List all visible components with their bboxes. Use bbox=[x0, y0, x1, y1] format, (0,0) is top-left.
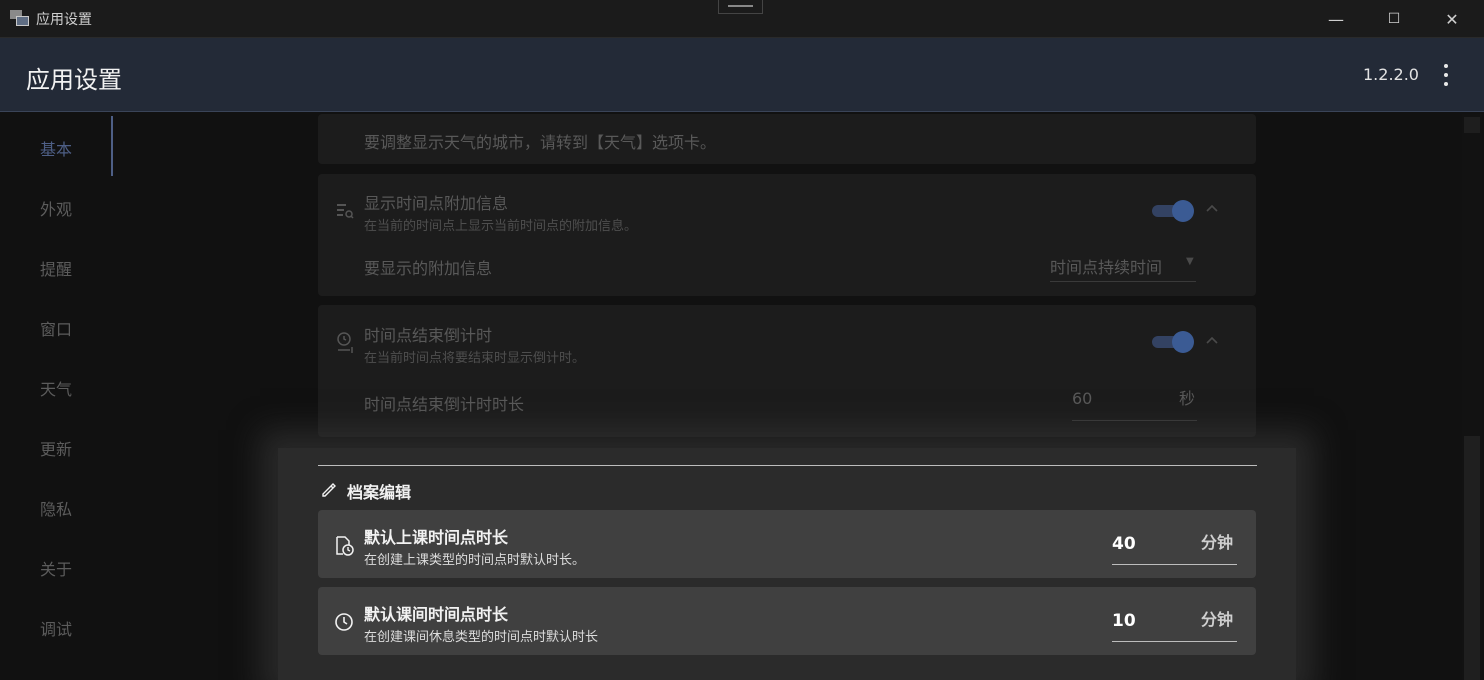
sidebar-item-weather[interactable]: 天气 bbox=[40, 376, 72, 400]
extra-info-card: 显示时间点附加信息 在当前的时间点上显示当前时间点的附加信息。 要显示的附加信息… bbox=[318, 174, 1256, 296]
countdown-title: 时间点结束倒计时 bbox=[364, 326, 493, 345]
app-icon bbox=[10, 10, 30, 28]
class-duration-title: 默认上课时间点时长 bbox=[364, 528, 509, 547]
extra-info-select-label: 要显示的附加信息 bbox=[364, 259, 493, 278]
page-title: 应用设置 bbox=[26, 66, 122, 94]
section-title-profile-edit: 档案编辑 bbox=[347, 483, 412, 502]
scrollbar-thumb[interactable] bbox=[1464, 436, 1480, 680]
sidebar-item-window[interactable]: 窗口 bbox=[40, 316, 72, 340]
drag-handle[interactable] bbox=[718, 0, 763, 14]
extra-info-desc: 在当前的时间点上显示当前时间点的附加信息。 bbox=[364, 219, 638, 234]
minimize-button[interactable]: — bbox=[1307, 0, 1365, 38]
break-duration-card: 默认课间时间点时长 在创建课间休息类型的时间点时默认时长 10 分钟 bbox=[318, 587, 1256, 655]
sidebar-item-about[interactable]: 关于 bbox=[40, 556, 72, 580]
version-label: 1.2.2.0 bbox=[1363, 65, 1419, 84]
countdown-toggle[interactable] bbox=[1152, 331, 1194, 353]
info-search-icon bbox=[336, 202, 354, 220]
section-divider bbox=[318, 465, 1257, 466]
countdown-desc: 在当前时间点将要结束时显示倒计时。 bbox=[364, 351, 586, 366]
class-duration-unit: 分钟 bbox=[1201, 533, 1234, 552]
window-title: 应用设置 bbox=[36, 12, 92, 28]
timer-end-icon bbox=[336, 332, 354, 353]
chevron-up-icon[interactable] bbox=[1205, 202, 1219, 216]
extra-info-select-value: 时间点持续时间 bbox=[1050, 258, 1163, 277]
sidebar-item-debug[interactable]: 调试 bbox=[40, 616, 72, 640]
break-duration-title: 默认课间时间点时长 bbox=[364, 605, 509, 624]
extra-info-select[interactable]: 时间点持续时间 ▼ bbox=[1050, 254, 1196, 282]
break-duration-unit: 分钟 bbox=[1201, 610, 1234, 629]
sidebar-item-appearance[interactable]: 外观 bbox=[40, 196, 72, 220]
break-duration-desc: 在创建课间休息类型的时间点时默认时长 bbox=[364, 630, 599, 645]
file-clock-icon bbox=[334, 536, 354, 556]
title-bar: 应用设置 — ☐ ✕ bbox=[0, 0, 1484, 38]
countdown-duration-value: 60 bbox=[1072, 389, 1093, 408]
more-options-icon[interactable] bbox=[1436, 62, 1456, 88]
weather-note-card: 要调整显示天气的城市，请转到【天气】选项卡。 bbox=[318, 114, 1256, 164]
sidebar-item-basic[interactable]: 基本 bbox=[40, 136, 72, 160]
clock-icon bbox=[334, 612, 354, 632]
sidebar-item-privacy[interactable]: 隐私 bbox=[40, 496, 72, 520]
countdown-duration-label: 时间点结束倒计时时长 bbox=[364, 395, 525, 414]
maximize-button[interactable]: ☐ bbox=[1365, 0, 1423, 38]
class-duration-desc: 在创建上课类型的时间点时默认时长。 bbox=[364, 553, 586, 568]
countdown-card: 时间点结束倒计时 在当前时间点将要结束时显示倒计时。 时间点结束倒计时时长 60… bbox=[318, 305, 1256, 437]
nav-active-indicator bbox=[111, 116, 113, 176]
page-header: 应用设置 1.2.2.0 bbox=[0, 38, 1484, 112]
sidebar-item-reminder[interactable]: 提醒 bbox=[40, 256, 72, 280]
extra-info-toggle[interactable] bbox=[1152, 200, 1194, 222]
close-button[interactable]: ✕ bbox=[1423, 0, 1481, 38]
chevron-up-icon[interactable] bbox=[1205, 334, 1219, 348]
sidebar-item-update[interactable]: 更新 bbox=[40, 436, 72, 460]
weather-note-text: 要调整显示天气的城市，请转到【天气】选项卡。 bbox=[364, 133, 717, 152]
class-duration-card: 默认上课时间点时长 在创建上课类型的时间点时默认时长。 40 分钟 bbox=[318, 510, 1256, 578]
pencil-icon bbox=[320, 480, 338, 498]
extra-info-title: 显示时间点附加信息 bbox=[364, 194, 509, 213]
countdown-duration-unit: 秒 bbox=[1179, 389, 1196, 408]
dropdown-arrow-icon: ▼ bbox=[1186, 256, 1194, 267]
scroll-up-button[interactable] bbox=[1464, 117, 1480, 133]
